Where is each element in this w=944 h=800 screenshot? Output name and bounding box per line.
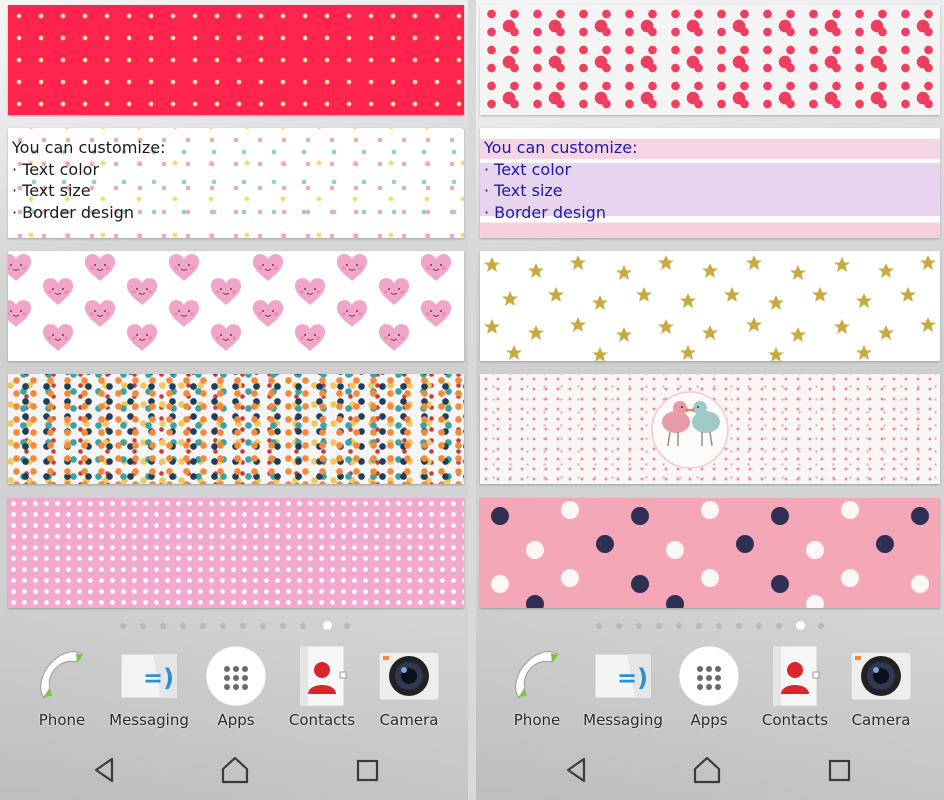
customize-item-border-design: · Border design <box>484 202 606 222</box>
page-dot-active[interactable] <box>796 621 805 630</box>
page-dot[interactable] <box>240 623 246 629</box>
customize-text: You can customize: · Text color · Text s… <box>12 137 166 223</box>
phone-icon <box>40 651 83 699</box>
back-triangle-icon[interactable] <box>560 753 594 787</box>
page-indicator[interactable] <box>0 621 468 631</box>
page-dot[interactable] <box>596 623 602 629</box>
page-dot[interactable] <box>200 623 206 629</box>
app-contacts[interactable]: Contacts <box>277 640 367 740</box>
page-dot[interactable] <box>344 623 350 629</box>
customize-item-text-size: · Text size <box>484 181 563 200</box>
widget-red-polka-dots[interactable] <box>8 5 464 115</box>
page-indicator[interactable] <box>476 621 944 631</box>
page-dot[interactable] <box>260 623 266 629</box>
page-dot[interactable] <box>300 623 306 629</box>
customize-item-text-color: · Text color <box>12 159 100 179</box>
camera-icon <box>850 651 912 701</box>
widget-white-red-dots[interactable] <box>480 5 940 115</box>
app-phone[interactable]: Phone <box>492 640 582 740</box>
page-dot[interactable] <box>616 623 622 629</box>
page-dot[interactable] <box>140 623 146 629</box>
app-label: Phone <box>513 711 561 729</box>
customize-text: You can customize: · Text color · Text s… <box>484 137 638 223</box>
widget-pink-small-dots[interactable] <box>8 498 464 608</box>
svg-text:=): =) <box>617 664 648 692</box>
app-label: Messaging <box>583 711 663 729</box>
app-label: Contacts <box>288 711 356 729</box>
navigation-bar <box>476 740 944 800</box>
messaging-icon: =) <box>120 653 178 699</box>
app-label: Camera <box>379 711 439 729</box>
screens: You can customize: · Text color · Text s… <box>0 0 944 800</box>
recents-square-icon[interactable] <box>822 753 856 787</box>
app-apps[interactable]: Apps <box>664 640 754 740</box>
svg-text:=): =) <box>143 664 174 692</box>
dock: Phone =) Messaging Apps Contacts Camera <box>0 640 468 740</box>
contacts-icon <box>299 645 347 707</box>
app-contacts[interactable]: Contacts <box>750 640 840 740</box>
home-screen-right: You can customize: · Text color · Text s… <box>476 0 944 800</box>
customize-heading: You can customize: <box>484 138 638 157</box>
page-dot-active[interactable] <box>323 621 332 630</box>
home-icon[interactable] <box>690 753 724 787</box>
home-icon[interactable] <box>218 753 252 787</box>
customize-item-text-size: · Text size <box>12 181 91 200</box>
messaging-icon: =) <box>594 653 652 699</box>
widget-hearts[interactable] <box>8 251 464 361</box>
app-label: Messaging <box>109 711 189 729</box>
widget-confetti-dots[interactable]: You can customize: · Text color · Text s… <box>8 128 464 238</box>
customize-item-text-color: · Text color <box>484 159 572 179</box>
app-phone[interactable]: Phone <box>17 640 107 740</box>
page-dot[interactable] <box>818 623 824 629</box>
contacts-icon <box>772 645 820 707</box>
page-dot[interactable] <box>656 623 662 629</box>
customize-item-border-design: · Border design <box>12 202 134 222</box>
page-dot[interactable] <box>716 623 722 629</box>
page-dot[interactable] <box>120 623 126 629</box>
apps-grid-icon <box>205 645 267 707</box>
app-label: Phone <box>38 711 86 729</box>
page-dot[interactable] <box>220 623 226 629</box>
widget-lavender-stripes[interactable]: You can customize: · Text color · Text s… <box>480 128 940 238</box>
page-dot[interactable] <box>280 623 286 629</box>
app-camera[interactable]: Camera <box>364 640 454 740</box>
page-dot[interactable] <box>636 623 642 629</box>
love-birds-emblem <box>651 391 729 469</box>
app-label: Apps <box>690 711 728 729</box>
camera-icon <box>378 651 440 701</box>
hearts-pattern <box>8 253 452 352</box>
page-dot[interactable] <box>696 623 702 629</box>
page-dot[interactable] <box>180 623 186 629</box>
widget-gold-stars[interactable] <box>480 251 940 361</box>
phone-icon <box>515 651 558 699</box>
stars-pattern <box>484 255 936 361</box>
big-dots-pattern <box>491 501 929 608</box>
widget-big-ink-dots[interactable] <box>480 498 940 608</box>
recents-square-icon[interactable] <box>350 753 384 787</box>
app-label: Contacts <box>761 711 829 729</box>
dock: Phone =) Messaging Apps Contacts Camera <box>476 640 944 740</box>
widget-love-birds[interactable] <box>480 374 940 484</box>
page-dot[interactable] <box>756 623 762 629</box>
app-messaging[interactable]: =) Messaging <box>104 640 194 740</box>
home-screen-left: You can customize: · Text color · Text s… <box>0 0 468 800</box>
app-label: Apps <box>217 711 255 729</box>
widget-multicolor-dots[interactable] <box>8 374 464 484</box>
customize-heading: You can customize: <box>12 138 166 157</box>
app-label: Camera <box>851 711 911 729</box>
page-dot[interactable] <box>676 623 682 629</box>
app-apps[interactable]: Apps <box>191 640 281 740</box>
app-messaging[interactable]: =) Messaging <box>578 640 668 740</box>
page-dot[interactable] <box>736 623 742 629</box>
back-triangle-icon[interactable] <box>88 753 122 787</box>
page-dot[interactable] <box>776 623 782 629</box>
page-dot[interactable] <box>160 623 166 629</box>
navigation-bar <box>0 740 468 800</box>
app-camera[interactable]: Camera <box>836 640 926 740</box>
apps-grid-icon <box>678 645 740 707</box>
